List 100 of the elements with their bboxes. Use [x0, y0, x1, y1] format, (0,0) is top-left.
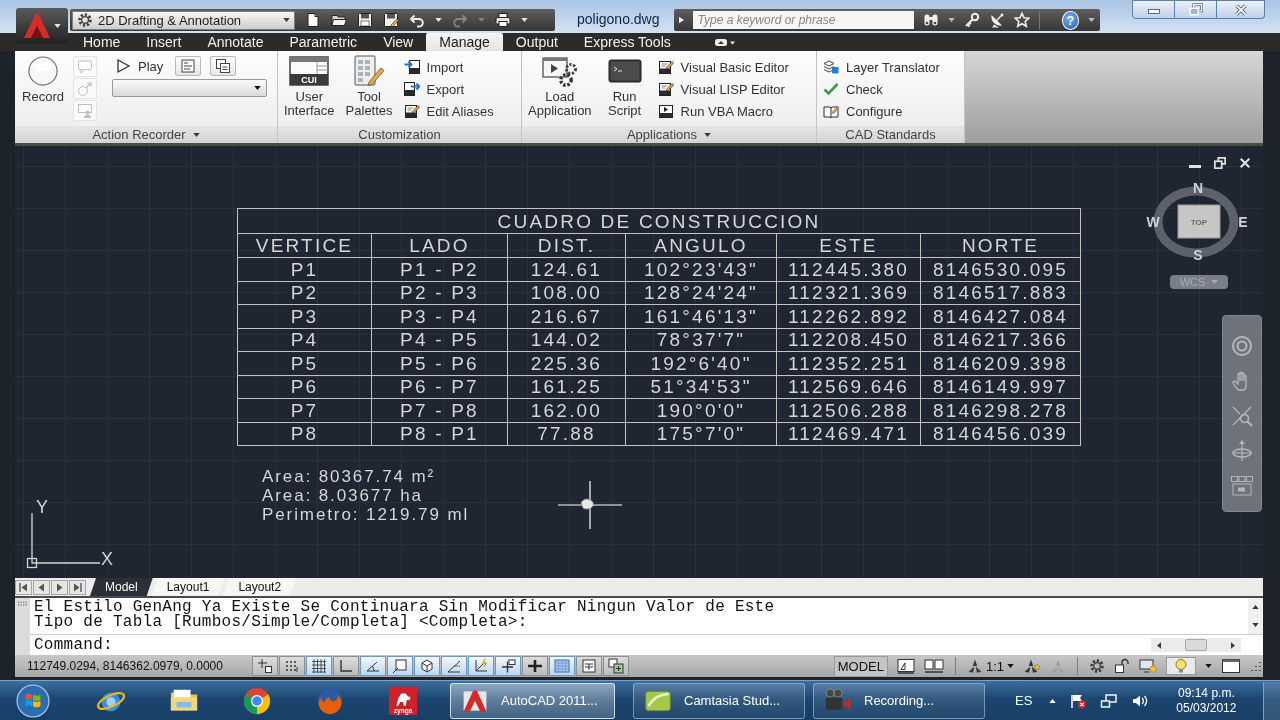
- close-icon[interactable]: [1239, 157, 1251, 169]
- drafting-toggle-button[interactable]: [414, 656, 440, 676]
- drafting-toggle-button[interactable]: [360, 656, 386, 676]
- folder-icon[interactable]: [331, 12, 347, 28]
- star-icon[interactable]: [1013, 12, 1030, 28]
- layout-tab[interactable]: Layout2: [223, 578, 297, 596]
- ribbon-tab[interactable]: Home: [70, 33, 134, 51]
- caret-left-icon[interactable]: [1157, 641, 1161, 649]
- layout-tab[interactable]: Layout1: [151, 578, 225, 596]
- ribbon-button[interactable]: Configure: [820, 100, 943, 122]
- caret-icon[interactable]: [947, 18, 955, 22]
- application-menu-button[interactable]: [16, 8, 68, 43]
- clock-date[interactable]: 05/03/2012: [1176, 700, 1237, 716]
- drafting-toggle-button[interactable]: [468, 656, 494, 676]
- padlock-icon[interactable]: [1114, 658, 1130, 674]
- model-space-button[interactable]: MODEL: [833, 655, 888, 677]
- icon-button[interactable]: [210, 56, 237, 76]
- ribbon-button[interactable]: Export: [400, 78, 497, 100]
- ribbon-button[interactable]: Run Script: [599, 55, 650, 118]
- restore-button[interactable]: [1175, 0, 1217, 19]
- light-bulb-icon[interactable]: [1166, 657, 1196, 675]
- ribbon-tab[interactable]: Output: [502, 33, 571, 51]
- printer-icon[interactable]: [495, 12, 511, 28]
- undo-icon[interactable]: [409, 12, 425, 28]
- caret-up-icon[interactable]: [1252, 605, 1259, 609]
- taskbar-button[interactable]: Recording...: [813, 682, 985, 719]
- ribbon-tab[interactable]: View: [370, 33, 427, 51]
- ribbon-button[interactable]: Layer Translator: [820, 56, 943, 78]
- annotation-scale-button[interactable]: 1:1: [966, 658, 1014, 674]
- ribbon-tab[interactable]: Manage: [426, 33, 503, 51]
- caret-icon[interactable]: [1205, 664, 1212, 668]
- drafting-toggle-button[interactable]: [279, 656, 305, 676]
- drafting-toggle-button[interactable]: [306, 656, 332, 676]
- search-field[interactable]: Type a keyword or phrase: [692, 11, 914, 29]
- drafting-toggle-button[interactable]: [495, 656, 521, 676]
- show-desktop-button[interactable]: [1263, 681, 1280, 720]
- ribbon-button[interactable]: Load Application: [525, 55, 595, 118]
- grip-dots-icon[interactable]: [16, 601, 29, 607]
- drafting-toggle-button[interactable]: [603, 656, 629, 676]
- drafting-toggle-button[interactable]: [333, 656, 359, 676]
- network-icon[interactable]: [1100, 692, 1119, 709]
- expand-arrow-icon[interactable]: [678, 16, 684, 24]
- ribbon-button[interactable]: Visual Basic Editor: [654, 56, 792, 78]
- drafting-toggle-button[interactable]: [252, 656, 278, 676]
- restore-icon[interactable]: [1214, 157, 1226, 169]
- caret-right-icon[interactable]: [1231, 641, 1235, 649]
- taskbar-button[interactable]: Camtasia Stud...: [633, 682, 805, 719]
- drafting-toggle-button[interactable]: [387, 656, 413, 676]
- key-icon[interactable]: [963, 12, 980, 28]
- taskbar-button[interactable]: AutoCAD 2011...: [450, 682, 615, 719]
- layout-tab[interactable]: Model: [90, 578, 153, 596]
- blank-page-icon[interactable]: [305, 12, 321, 28]
- ribbon-button[interactable]: Edit Aliases: [400, 100, 497, 122]
- ribbon-button[interactable]: Import: [400, 56, 497, 78]
- close-button[interactable]: [1217, 0, 1265, 19]
- caret-icon[interactable]: [704, 132, 712, 137]
- scrollbar[interactable]: [1151, 638, 1241, 652]
- drawing-canvas[interactable]: [15, 146, 1263, 578]
- workspace-dropdown[interactable]: 2D Drafting & Annotation: [72, 10, 295, 30]
- viewcube-top-face[interactable]: [1177, 204, 1221, 239]
- drafting-toggle-button[interactable]: [441, 656, 467, 676]
- drafting-toggle-button[interactable]: [549, 656, 575, 676]
- dropdown-field[interactable]: [112, 79, 267, 97]
- ribbon-button[interactable]: Tool Palettes: [342, 55, 396, 118]
- ribbon-tab[interactable]: Annotate: [194, 33, 277, 51]
- ribbon-button[interactable]: CUI User Interface: [281, 55, 338, 118]
- minimize-button[interactable]: [1132, 0, 1175, 19]
- ribbon-button[interactable]: Visual LISP Editor: [654, 78, 792, 100]
- two-windows-icon[interactable]: [923, 658, 944, 674]
- resize-grip-icon[interactable]: [1250, 660, 1262, 672]
- binoculars-icon[interactable]: [922, 12, 939, 28]
- satellite-dish-icon[interactable]: [988, 12, 1005, 28]
- window-icon[interactable]: [1221, 658, 1241, 674]
- drafting-toggle-button[interactable]: [576, 656, 602, 676]
- clock-time[interactable]: 09:14 p.m.: [1178, 685, 1235, 701]
- flag-error-icon[interactable]: [1069, 692, 1088, 709]
- caret-up-icon[interactable]: [1049, 698, 1057, 703]
- rectangle-caret-icon[interactable]: [713, 36, 736, 48]
- segmented-circle-icon[interactable]: [241, 685, 272, 716]
- tri-blade-star-icon[interactable]: [1023, 658, 1041, 674]
- ribbon-button[interactable]: Run VBA Macro: [654, 100, 792, 122]
- language-indicator[interactable]: ES: [1015, 693, 1033, 708]
- floppy-pencil-icon[interactable]: [383, 12, 399, 28]
- caret-icon[interactable]: [192, 132, 200, 137]
- ribbon-button[interactable]: Record: [18, 55, 68, 104]
- caret-icon[interactable]: [435, 18, 442, 22]
- ribbon-tab[interactable]: Insert: [133, 33, 195, 51]
- caret-icon[interactable]: [1087, 18, 1095, 22]
- gear-icon[interactable]: [1089, 658, 1105, 674]
- scroll-thumb[interactable]: [1185, 639, 1207, 651]
- ribbon-tab[interactable]: Express Tools: [570, 33, 684, 51]
- play-button[interactable]: Play: [112, 55, 167, 77]
- layout-sheet-icon[interactable]: [896, 658, 915, 674]
- scrollbar[interactable]: [1248, 598, 1263, 634]
- monitor-icon[interactable]: [1139, 658, 1157, 674]
- drafting-toggle-button[interactable]: [522, 656, 548, 676]
- ribbon-button[interactable]: Check: [820, 78, 943, 100]
- ribbon-tab[interactable]: Parametric: [276, 33, 371, 51]
- caret-down-icon[interactable]: [1252, 623, 1259, 627]
- caret-icon[interactable]: [521, 18, 528, 22]
